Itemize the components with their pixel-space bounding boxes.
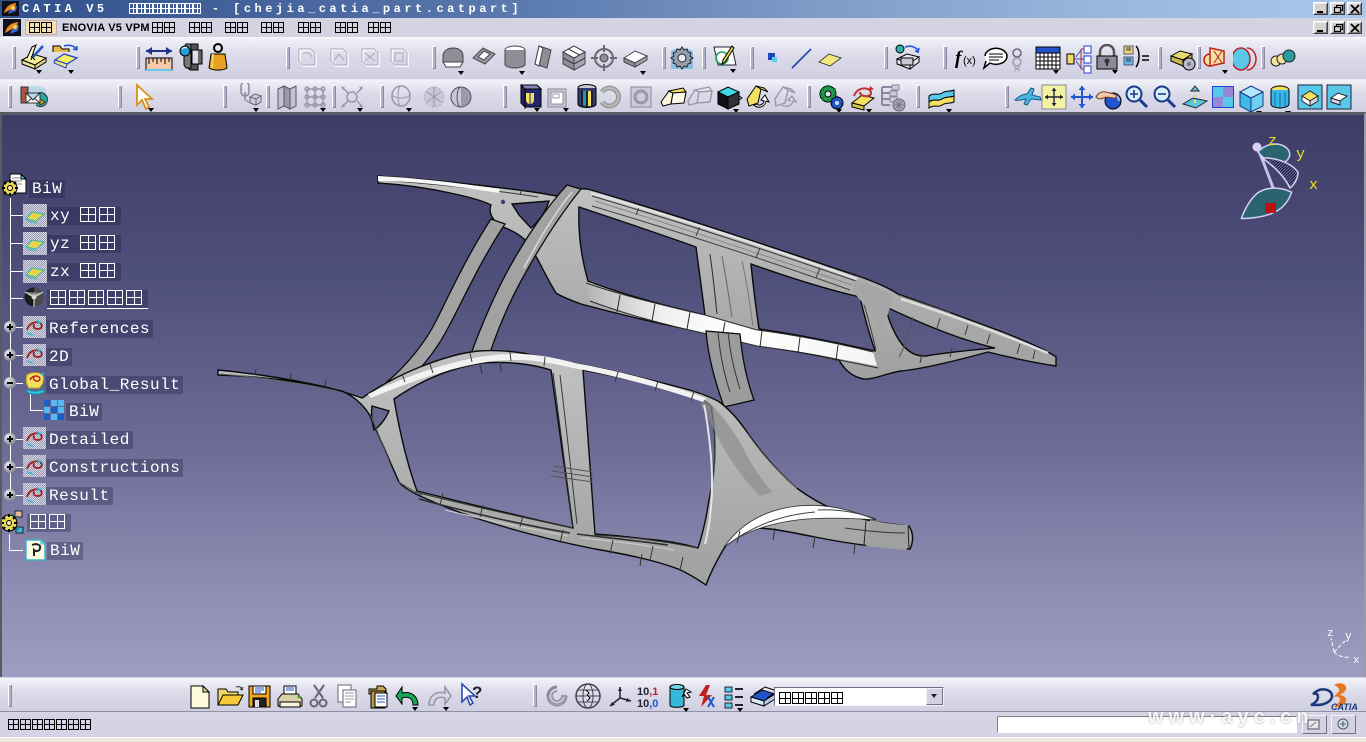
- svg-text:x: x: [1353, 655, 1360, 667]
- svg-text:?: ?: [472, 683, 482, 702]
- svg-text:y: y: [1345, 631, 1352, 643]
- svg-text:z: z: [1268, 133, 1277, 150]
- svg-text:(x): (x): [963, 55, 976, 67]
- svg-text:CATIA: CATIA: [1331, 702, 1358, 711]
- svg-text:10,0: 10,0: [637, 698, 658, 710]
- svg-text:f: f: [955, 48, 963, 69]
- svg-text:z: z: [1327, 628, 1334, 640]
- svg-text:y: y: [1296, 146, 1305, 163]
- svg-text:10,1: 10,1: [637, 686, 658, 698]
- svg-text:x: x: [1309, 177, 1318, 194]
